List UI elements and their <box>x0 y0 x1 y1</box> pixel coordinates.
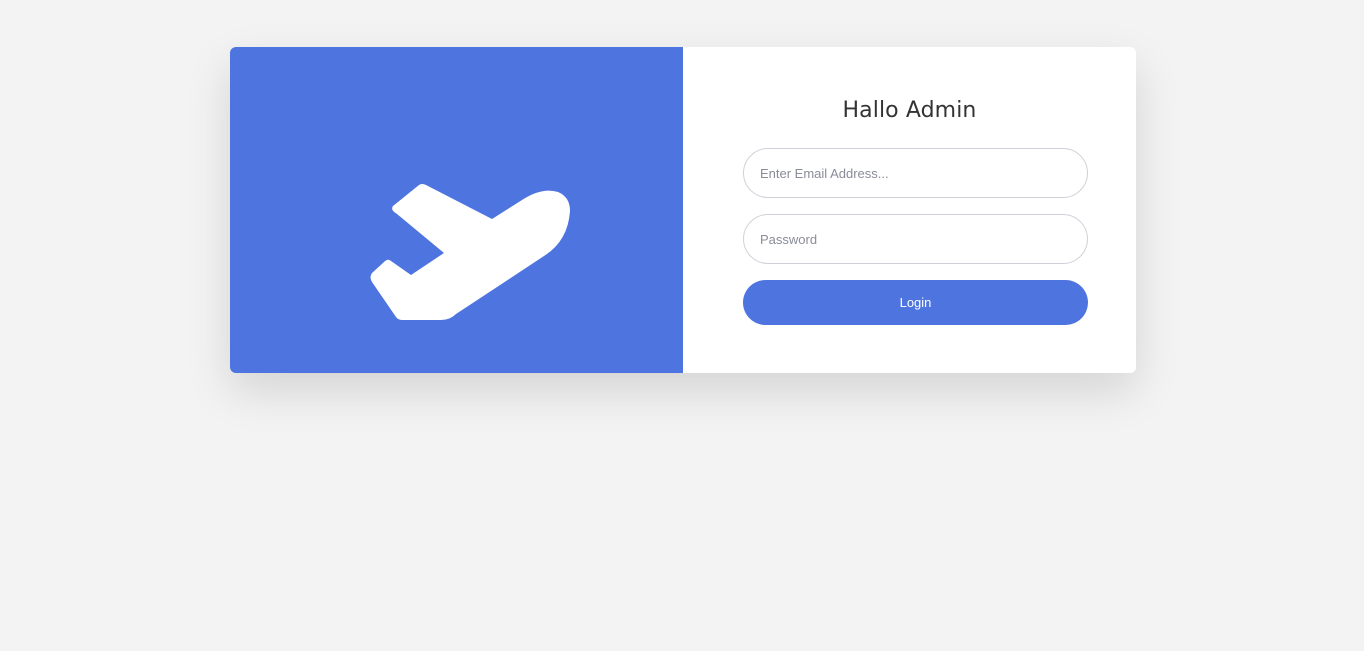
email-field[interactable] <box>743 148 1088 198</box>
login-card: Hallo Admin Login <box>230 47 1136 373</box>
airplane-departure-icon <box>369 183 571 321</box>
login-button[interactable]: Login <box>743 280 1088 325</box>
password-field[interactable] <box>743 214 1088 264</box>
login-form-panel: Hallo Admin Login <box>683 47 1136 373</box>
page-title: Hallo Admin <box>842 98 977 123</box>
brand-panel <box>230 47 683 373</box>
